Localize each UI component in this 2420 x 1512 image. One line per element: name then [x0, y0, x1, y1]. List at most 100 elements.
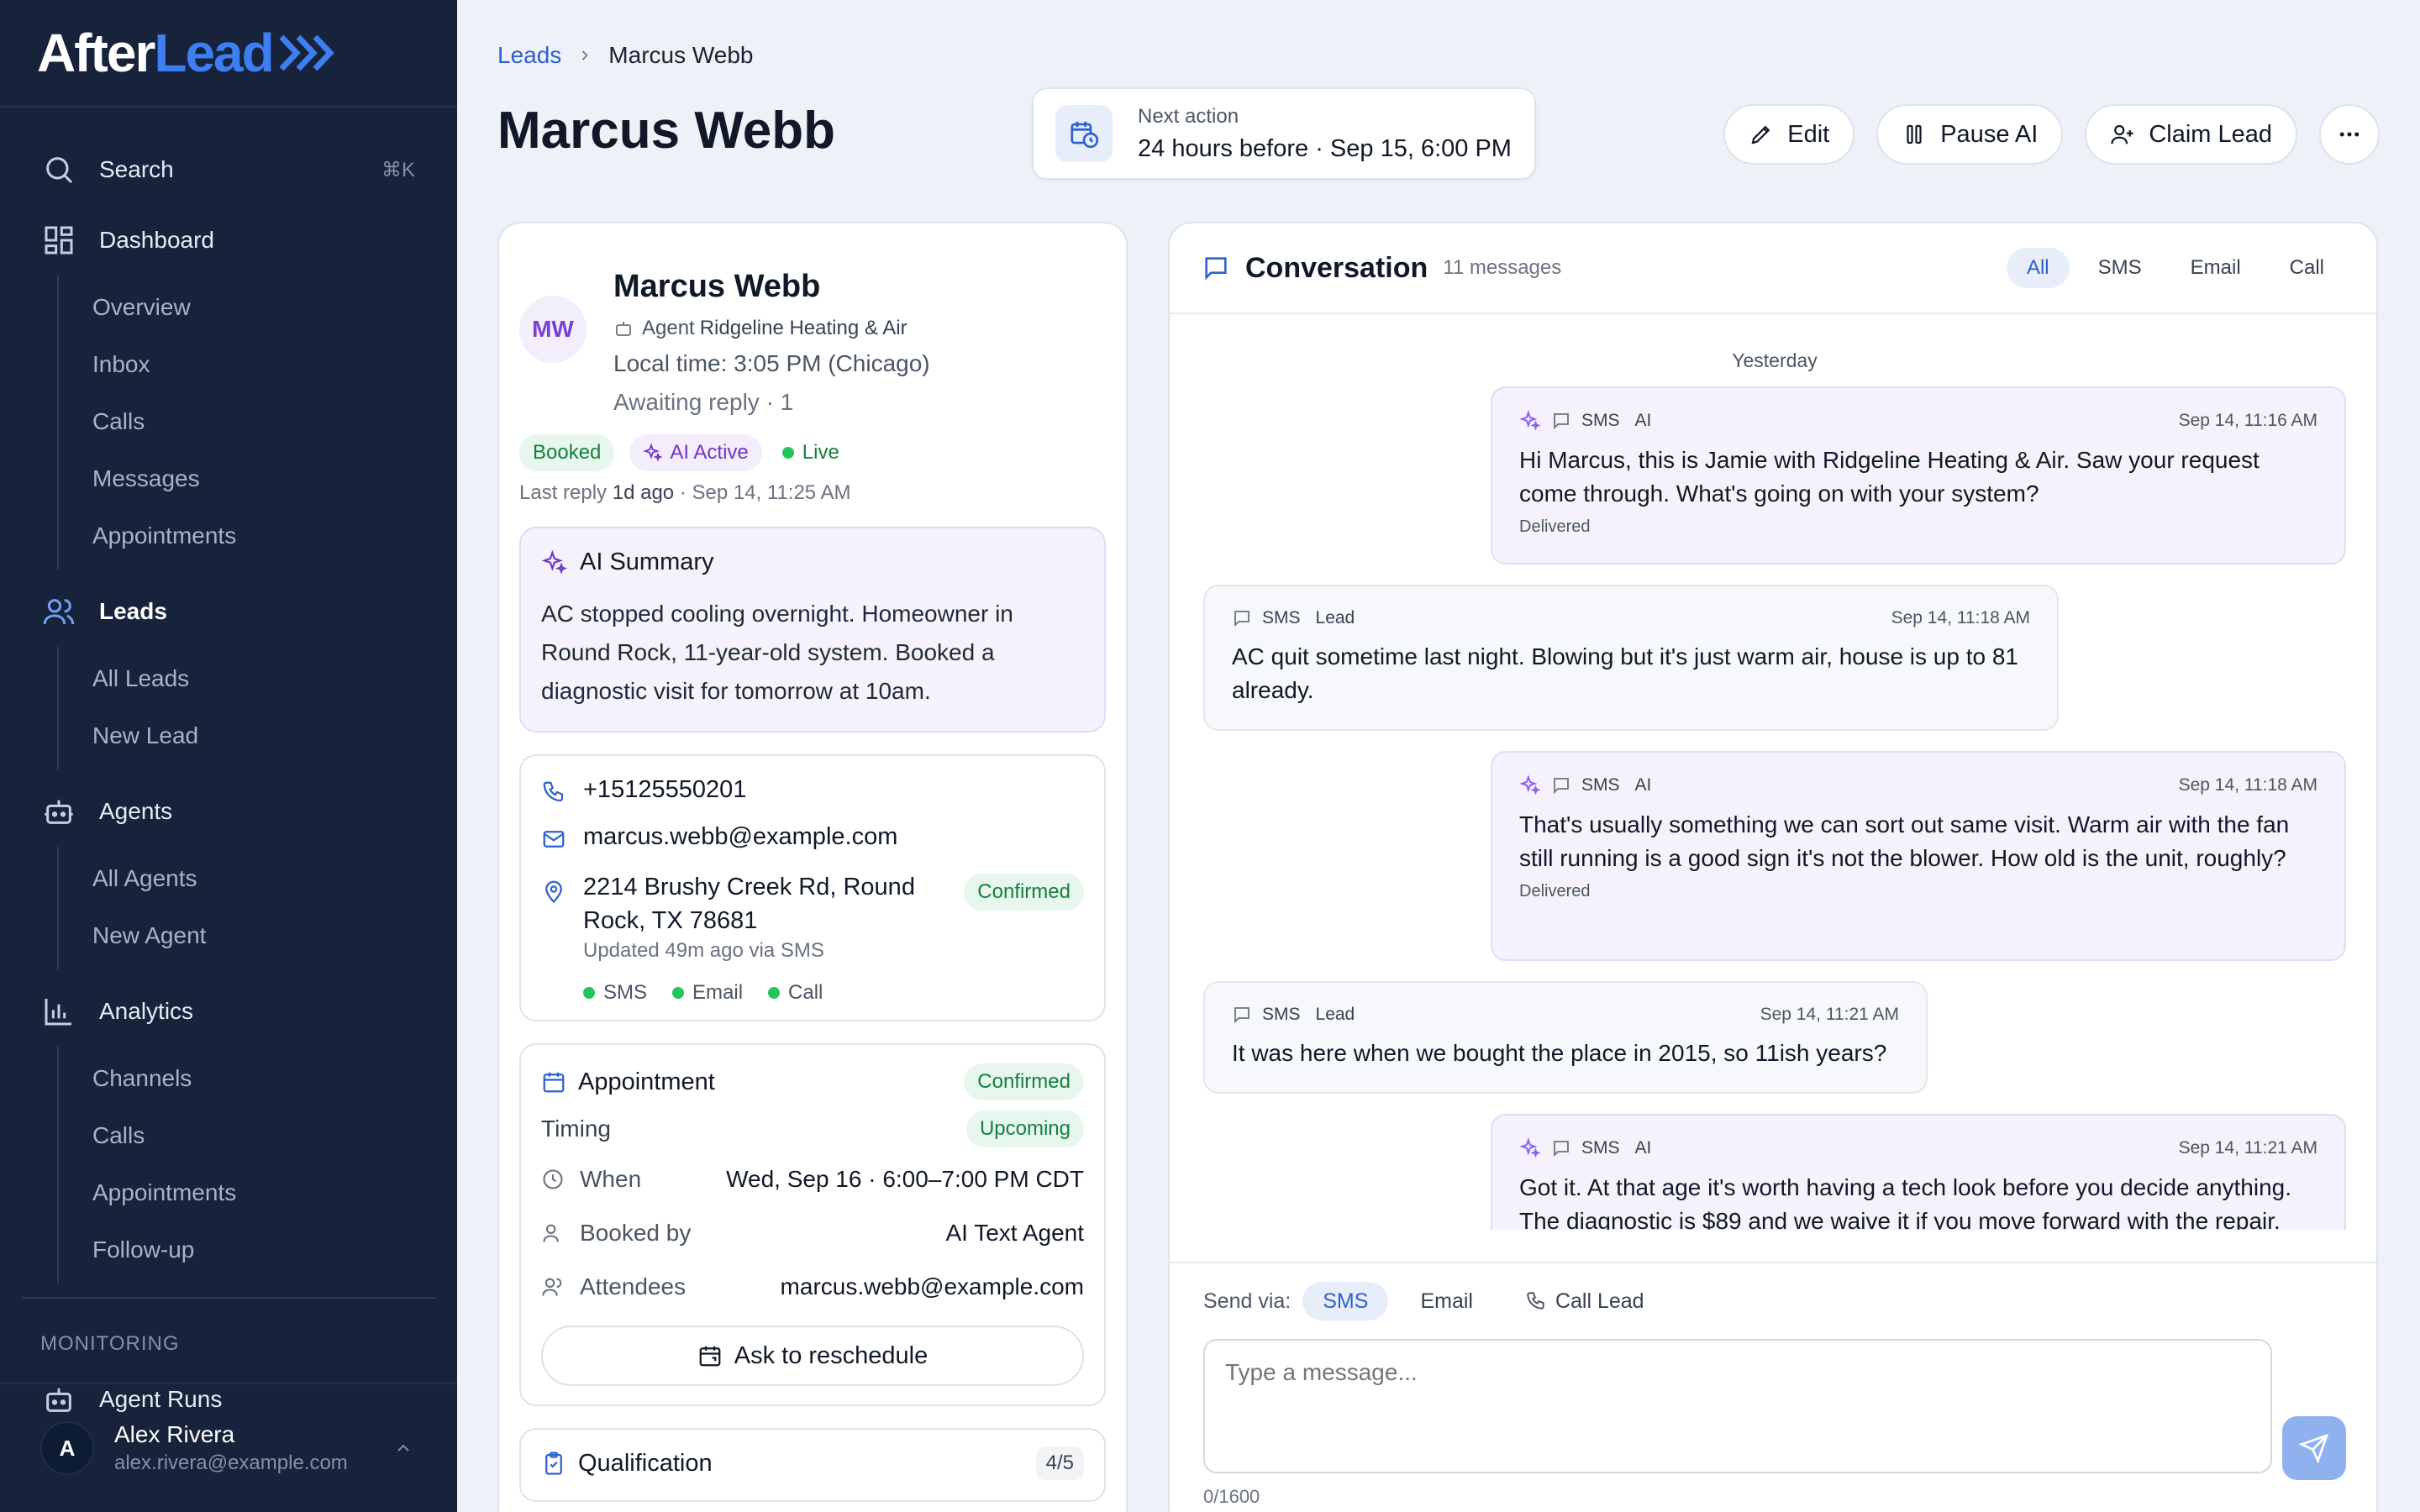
sparkles-icon [1519, 410, 1541, 431]
pause-ai-button[interactable]: Pause AI [1876, 104, 2064, 165]
more-options-button[interactable] [2319, 104, 2380, 165]
contact-phone[interactable]: +15125550201 [541, 776, 1084, 805]
appointment-card: Appointment Confirmed Timing Upcoming Wh… [519, 1043, 1106, 1406]
booked-by-label: Booked by [580, 1220, 692, 1246]
message-text: It was here when we bought the place in … [1232, 1040, 1887, 1066]
awaiting-reply: Awaiting reply · 1 [613, 389, 794, 415]
message-time: Sep 14, 11:21 AM [1760, 1005, 1899, 1024]
calendar-icon [543, 1072, 565, 1093]
message-channel: SMS [1581, 775, 1620, 795]
sidebar-search[interactable]: Search ⌘K [22, 134, 435, 205]
attendees-label: Attendees [580, 1273, 687, 1299]
agent-name[interactable]: Ridgeline Heating & Air [700, 317, 908, 340]
last-reply-value: 1d ago [612, 481, 675, 504]
status-badge-live: Live [777, 434, 844, 471]
sidebar-item-channels[interactable]: Channels [59, 1050, 435, 1107]
channel-label: Email [692, 981, 744, 1004]
message-text: AC quit sometime last night. Blowing but… [1232, 643, 2019, 703]
sidebar-item-all-leads[interactable]: All Leads [59, 650, 435, 707]
sidebar-item-agents[interactable]: Agents [22, 776, 435, 847]
sidebar-item-follow-up[interactable]: Follow-up [59, 1221, 435, 1278]
filter-email[interactable]: Email [2170, 248, 2261, 288]
analytics-subnav: Channels Calls Appointments Follow-up [57, 1047, 435, 1284]
dashboard-icon [45, 226, 73, 255]
message-thread[interactable]: Yesterday SMS AI Sep 14, 11:16 AM Hi Mar… [1170, 314, 2376, 1230]
next-action-label: Next action [1138, 104, 1239, 128]
chevron-right-icon [582, 50, 588, 60]
send-via-email[interactable]: Email [1400, 1282, 1493, 1320]
phone-icon [1527, 1292, 1544, 1310]
message-lead: SMS Lead Sep 14, 11:18 AM AC quit someti… [1203, 585, 2059, 731]
header-actions: Edit Pause AI Claim Lead [1723, 104, 2380, 165]
sidebar-item-analytics-calls[interactable]: Calls [59, 1107, 435, 1164]
appointment-title: Appointment [578, 1068, 715, 1095]
message-count: 11 messages [1443, 256, 1562, 279]
ask-to-reschedule-button[interactable]: Ask to reschedule [541, 1326, 1084, 1386]
send-via-sms[interactable]: SMS [1302, 1282, 1389, 1320]
conversation-title: Conversation [1245, 251, 1428, 284]
sidebar-item-label: Dashboard [99, 227, 214, 253]
contact-email[interactable]: marcus.webb@example.com [541, 823, 1084, 852]
next-action-card[interactable]: Next action 24 hours before · Sep 15, 6:… [1032, 87, 1536, 180]
sidebar-item-appointments[interactable]: Appointments [59, 507, 435, 564]
message-time: Sep 14, 11:21 AM [2178, 1138, 2317, 1158]
when-label: When [580, 1166, 642, 1192]
sidebar-item-new-agent[interactable]: New Agent [59, 907, 435, 964]
sidebar-item-messages[interactable]: Messages [59, 450, 435, 507]
filter-sms[interactable]: SMS [2078, 248, 2162, 288]
message-ai: SMS AI Sep 14, 11:21 AM Got it. At that … [1491, 1114, 2346, 1230]
user-menu[interactable]: A Alex Rivera alex.rivera@example.com [0, 1383, 457, 1512]
message-lead: SMS Lead Sep 14, 11:21 AM It was here wh… [1203, 981, 1928, 1094]
message-status: Delivered [1519, 517, 1591, 536]
message-sender: AI [1634, 411, 1652, 430]
main-content: Leads Marcus Webb Marcus Webb Next actio… [457, 0, 2420, 1512]
message-input[interactable] [1203, 1339, 2272, 1473]
address-updated: Updated 49m ago via SMS [583, 939, 824, 962]
ask-to-reschedule-label: Ask to reschedule [734, 1341, 929, 1369]
breadcrumb-leads-link[interactable]: Leads [497, 42, 561, 69]
message-sender: Lead [1315, 608, 1355, 627]
sidebar-item-all-agents[interactable]: All Agents [59, 850, 435, 907]
edit-button[interactable]: Edit [1723, 104, 1855, 165]
sidebar-item-analytics[interactable]: Analytics [22, 976, 435, 1047]
last-reply-time: · Sep 14, 11:25 AM [679, 481, 851, 504]
qualification-title: Qualification [578, 1449, 713, 1477]
call-lead-button[interactable]: Call Lead [1505, 1282, 1665, 1320]
sidebar-item-label: Agents [99, 798, 173, 824]
sparkles-icon [1519, 774, 1541, 795]
next-action-value: 24 hours before · Sep 15, 6:00 PM [1138, 134, 1512, 162]
send-via-label: Send via: [1203, 1289, 1292, 1313]
sidebar-item-inbox[interactable]: Inbox [59, 336, 435, 393]
leads-subnav: All Leads New Lead [57, 647, 435, 769]
message-square-icon [1554, 1141, 1569, 1158]
app-logo[interactable]: After Lead [0, 0, 457, 108]
message-composer: Send via: SMS Email Call Lead 0/1600 [1170, 1262, 2376, 1512]
channel-call: Call [768, 981, 823, 1005]
status-badge-ai-active: AI Active [629, 434, 762, 471]
lead-details-panel: MW Marcus Webb Agent Ridgeline Heating &… [497, 222, 1128, 1512]
conversation-header: Conversation 11 messages All SMS Email C… [1170, 223, 2376, 314]
ai-summary-title: AI Summary [580, 549, 714, 575]
chevron-up-icon [397, 1444, 409, 1452]
sidebar-item-calls[interactable]: Calls [59, 393, 435, 450]
calendar-clock-icon [1055, 105, 1113, 162]
filter-all[interactable]: All [2006, 248, 2070, 288]
edit-button-label: Edit [1787, 120, 1830, 148]
message-time: Sep 14, 11:16 AM [2178, 411, 2317, 430]
filter-call[interactable]: Call [2270, 248, 2344, 288]
message-channel: SMS [1581, 1138, 1620, 1158]
sidebar-item-analytics-appointments[interactable]: Appointments [59, 1164, 435, 1221]
sidebar-item-overview[interactable]: Overview [59, 279, 435, 336]
send-button[interactable] [2282, 1416, 2346, 1480]
sidebar-item-leads[interactable]: Leads [22, 576, 435, 647]
claim-lead-button[interactable]: Claim Lead [2085, 104, 2297, 165]
divider [22, 1297, 435, 1299]
channel-label: Call [788, 981, 823, 1004]
sidebar-item-new-lead[interactable]: New Lead [59, 707, 435, 764]
sidebar-item-dashboard[interactable]: Dashboard [22, 205, 435, 276]
logo-text-after: After [37, 23, 155, 83]
user-icon [543, 1224, 559, 1242]
agent-prefix: Agent [642, 317, 695, 339]
timing-status-badge: Upcoming [965, 1110, 1084, 1147]
email-address: marcus.webb@example.com [583, 823, 898, 850]
